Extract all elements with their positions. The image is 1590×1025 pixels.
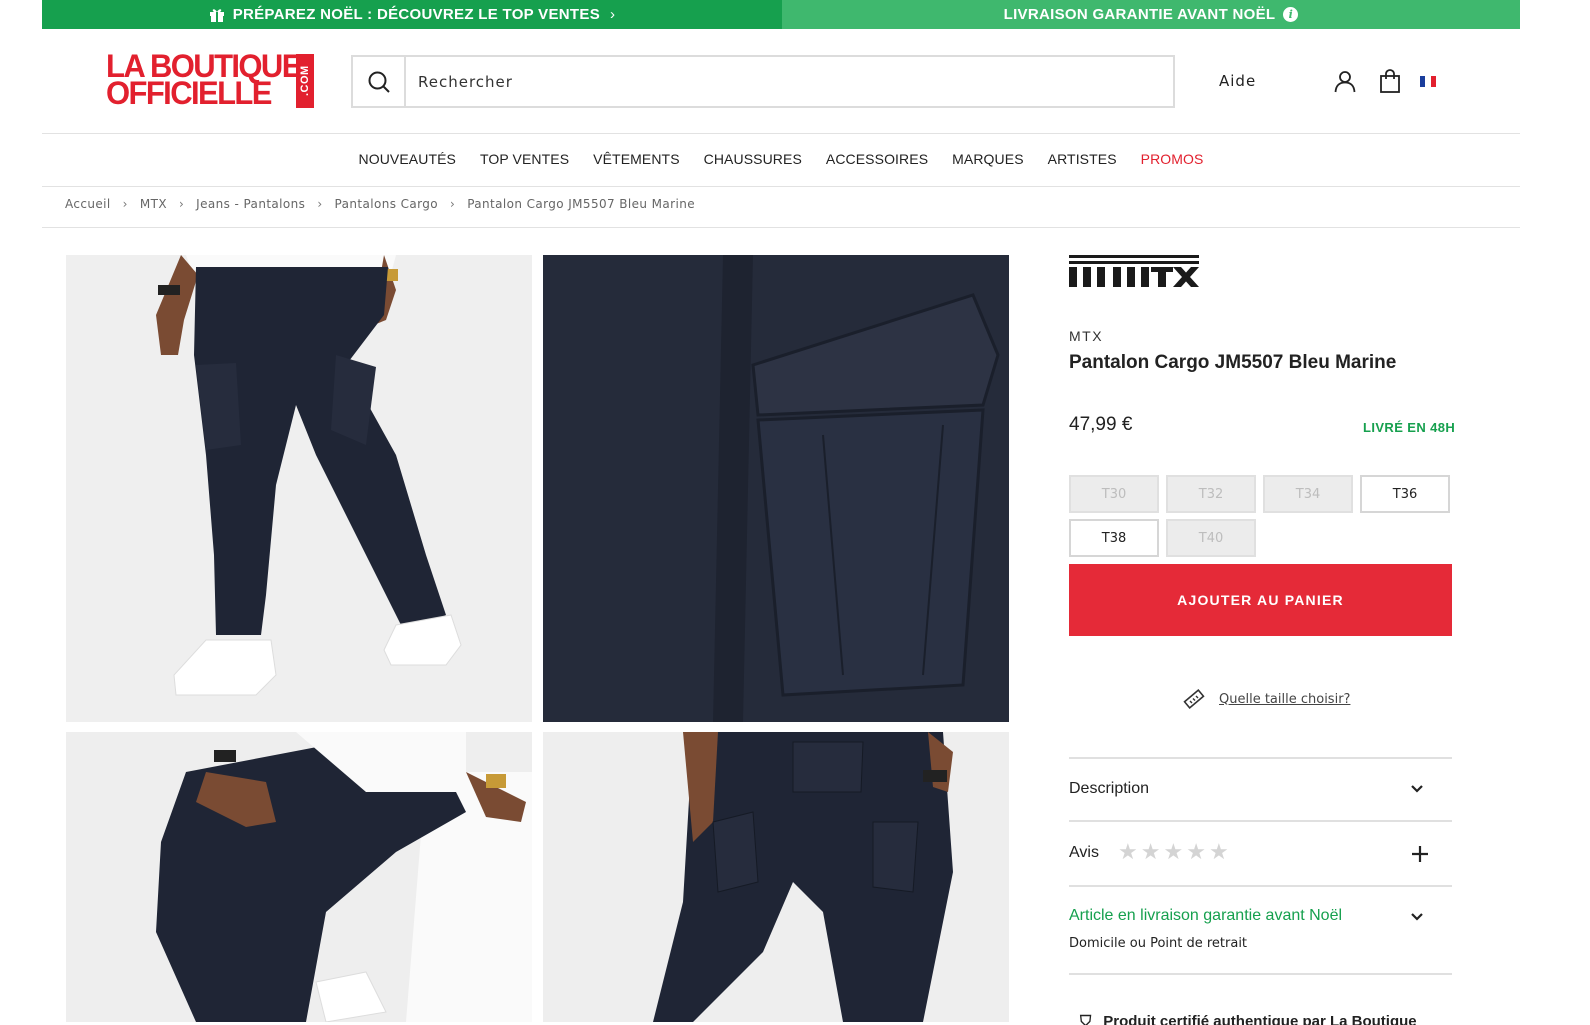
authentic-text: Produit certifié authentique par La Bout…: [1103, 1013, 1417, 1025]
user-icon: [1334, 71, 1356, 93]
nav-item-accessoires[interactable]: ACCESSOIRES: [814, 150, 940, 168]
nav-item-artistes[interactable]: ARTISTES: [1036, 150, 1129, 168]
chevron-right-icon: ›: [178, 197, 185, 211]
search-button[interactable]: [353, 57, 406, 106]
accordion-divider: [1069, 885, 1452, 887]
shipping-subtitle: Domicile ou Point de retrait: [1069, 936, 1248, 951]
accordion-divider: [1069, 820, 1452, 822]
size-option-t32[interactable]: T32: [1166, 475, 1256, 513]
product-photo-seated[interactable]: [66, 732, 532, 1022]
chevron-down-icon[interactable]: [1410, 910, 1424, 924]
search-icon: [368, 71, 390, 93]
logo-line2: OFFICIELLE: [106, 74, 272, 112]
site-logo[interactable]: LA BOUTIQUE OFFICIELLE .COM: [106, 50, 314, 112]
breadcrumb-category[interactable]: Jeans - Pantalons: [196, 197, 305, 211]
nav-item-top-ventes[interactable]: TOP VENTES: [468, 150, 581, 168]
search-bar: [351, 55, 1175, 108]
nav-item-marques[interactable]: MARQUES: [940, 150, 1036, 168]
product-title: Pantalon Cargo JM5507 Bleu Marine: [1069, 352, 1397, 373]
size-guide: Quelle taille choisir?: [1183, 688, 1350, 710]
product-brand[interactable]: MTX: [1069, 328, 1103, 344]
breadcrumb-current: Pantalon Cargo JM5507 Bleu Marine: [467, 197, 696, 211]
breadcrumb-brand[interactable]: MTX: [140, 197, 167, 211]
promo-right-text: LIVRAISON GARANTIE AVANT NOËL: [1003, 6, 1276, 23]
product-photo-pocket[interactable]: [543, 255, 1009, 722]
size-selector: T30 T32 T34 T36 T38 T40: [1069, 475, 1452, 557]
search-input[interactable]: [406, 57, 1173, 106]
size-option-t38[interactable]: T38: [1069, 519, 1159, 557]
chevron-right-icon: ›: [610, 6, 616, 23]
accordion-reviews[interactable]: Avis: [1069, 844, 1099, 862]
rating-stars: ★ ★ ★ ★ ★: [1118, 841, 1229, 863]
star-icon: ★: [1163, 839, 1184, 864]
promo-bar: PRÉPAREZ NOËL : DÉCOUVREZ LE TOP VENTES …: [42, 0, 1520, 29]
product-photo-front[interactable]: [66, 255, 532, 722]
main-nav: NOUVEAUTÉS TOP VENTES VÊTEMENTS CHAUSSUR…: [42, 150, 1520, 168]
info-icon[interactable]: i: [1283, 7, 1299, 22]
delivery-badge: LIVRÉ EN 48H: [1363, 420, 1456, 435]
size-option-t34[interactable]: T34: [1263, 475, 1353, 513]
nav-divider: [42, 186, 1520, 187]
promo-top-sales-link[interactable]: PRÉPAREZ NOËL : DÉCOUVREZ LE TOP VENTES …: [42, 0, 782, 29]
accordion-shipping[interactable]: Article en livraison garantie avant Noël: [1069, 907, 1342, 925]
chevron-right-icon: ›: [450, 197, 456, 211]
breadcrumb-divider: [42, 227, 1520, 228]
chevron-down-icon[interactable]: [1410, 782, 1424, 796]
help-link[interactable]: Aide: [1219, 72, 1256, 90]
authentic-badge: ⛉ Produit certifié authentique par La Bo…: [1080, 1013, 1417, 1025]
add-to-cart-button[interactable]: AJOUTER AU PANIER: [1069, 564, 1452, 636]
accordion-divider: [1069, 973, 1452, 975]
logo-suffix: .COM: [296, 54, 314, 108]
size-option-t40[interactable]: T40: [1166, 519, 1256, 557]
star-icon: ★: [1186, 839, 1206, 864]
product-photo-back[interactable]: [543, 732, 1009, 1022]
star-icon: ★: [1140, 839, 1161, 864]
shield-icon: ⛉: [1080, 1013, 1092, 1025]
gift-icon: [209, 8, 224, 22]
star-icon: ★: [1118, 839, 1138, 864]
breadcrumb: Accueil › MTX › Jeans - Pantalons › Pant…: [65, 197, 695, 211]
account-button[interactable]: [1332, 68, 1358, 94]
nav-item-promos[interactable]: PROMOS: [1129, 150, 1216, 168]
accordion-divider: [1069, 757, 1452, 759]
size-guide-link[interactable]: Quelle taille choisir?: [1219, 692, 1350, 707]
ruler-icon: [1183, 689, 1205, 709]
breadcrumb-home[interactable]: Accueil: [65, 197, 111, 211]
promo-left-text: PRÉPAREZ NOËL : DÉCOUVREZ LE TOP VENTES: [232, 6, 600, 23]
header-divider: [42, 133, 1520, 134]
nav-item-vetements[interactable]: VÊTEMENTS: [581, 150, 691, 168]
accordion-description[interactable]: Description: [1069, 780, 1149, 798]
plus-icon[interactable]: [1411, 845, 1429, 863]
size-option-t30[interactable]: T30: [1069, 475, 1159, 513]
size-option-t36[interactable]: T36: [1360, 475, 1450, 513]
chevron-right-icon: ›: [122, 197, 128, 211]
nav-item-nouveautes[interactable]: NOUVEAUTÉS: [347, 150, 468, 168]
breadcrumb-subcategory[interactable]: Pantalons Cargo: [335, 197, 438, 211]
brand-logo[interactable]: [1069, 254, 1199, 293]
product-price: 47,99 €: [1069, 414, 1133, 435]
nav-item-chaussures[interactable]: CHAUSSURES: [692, 150, 814, 168]
chevron-right-icon: ›: [317, 197, 323, 211]
star-icon: ★: [1208, 839, 1229, 864]
flag-fr-icon[interactable]: [1420, 76, 1436, 87]
cart-button[interactable]: [1377, 68, 1403, 94]
bag-icon: [1380, 69, 1400, 93]
promo-delivery-banner[interactable]: LIVRAISON GARANTIE AVANT NOËL i: [782, 0, 1520, 29]
